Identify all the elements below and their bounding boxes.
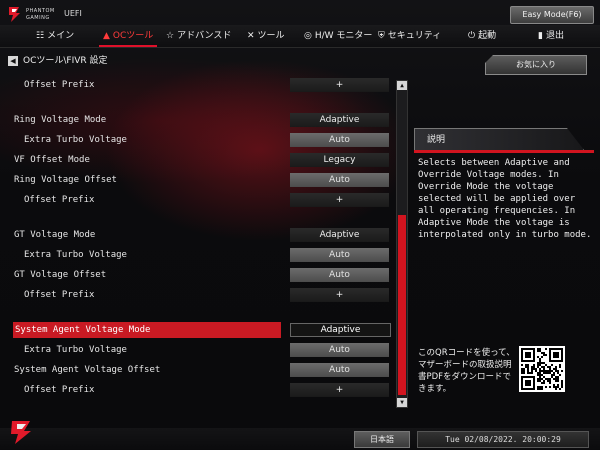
- setting-value[interactable]: +: [290, 193, 389, 207]
- easy-mode-button[interactable]: Easy Mode(F6): [510, 6, 594, 24]
- setting-row[interactable]: Extra Turbo Voltage Auto: [0, 247, 390, 263]
- tab-exit[interactable]: ▮ 退出: [538, 25, 564, 47]
- tab-tools[interactable]: ✕ ツール: [247, 25, 285, 47]
- setting-value[interactable]: Auto: [290, 173, 389, 187]
- setting-value[interactable]: Auto: [290, 268, 389, 282]
- setting-value[interactable]: +: [290, 78, 389, 92]
- setting-value[interactable]: Auto: [290, 343, 389, 357]
- tab-label: 起動: [478, 31, 497, 41]
- phantom-gaming-emblem-icon: [9, 7, 20, 22]
- setting-row[interactable]: GT Voltage Mode Adaptive: [0, 227, 390, 243]
- setting-label: Extra Turbo Voltage: [24, 135, 127, 145]
- back-arrow-icon[interactable]: ◀: [8, 55, 18, 66]
- setting-label: VF Offset Mode: [14, 155, 90, 165]
- setting-row[interactable]: Extra Turbo Voltage Auto: [0, 132, 390, 148]
- setting-value[interactable]: +: [290, 383, 389, 397]
- tab-advanced[interactable]: ☆ アドバンスド: [166, 25, 231, 47]
- tab-security[interactable]: ⛨ セキュリティ: [378, 25, 441, 47]
- main-nav: ☷ メイン ▲ OCツール ☆ アドバンスド ✕ ツール ◎ H/W モニター ⛨ セキュリ…: [0, 25, 600, 48]
- setting-row[interactable]: Offset Prefix +: [0, 77, 390, 93]
- phantom-gaming-corner-logo-icon: [11, 421, 31, 444]
- brand-line1: PHANTOM: [26, 8, 55, 14]
- tab-hw-monitor[interactable]: ◎ H/W モニター: [304, 25, 372, 47]
- setting-label: GT Voltage Mode: [14, 230, 96, 240]
- setting-row[interactable]: Ring Voltage Mode Adaptive: [0, 112, 390, 128]
- description-title: 説明: [414, 128, 584, 150]
- brand-line2: GAMING: [26, 15, 50, 21]
- shield-icon: ⛨: [378, 31, 385, 41]
- setting-label: Ring Voltage Mode: [14, 115, 107, 125]
- tab-label: メイン: [47, 31, 75, 41]
- setting-row[interactable]: GT Voltage Offset Auto: [0, 267, 390, 283]
- setting-value[interactable]: Auto: [290, 133, 389, 147]
- tab-label: H/W モニター: [314, 31, 373, 41]
- language-button[interactable]: 日本語: [354, 431, 410, 448]
- breadcrumb-text: OCツール\FIVR 設定: [23, 56, 108, 66]
- setting-row[interactable]: Offset Prefix +: [0, 382, 390, 398]
- setting-label: Ring Voltage Offset: [14, 175, 117, 185]
- setting-value[interactable]: Adaptive: [290, 113, 389, 127]
- tab-label: アドバンスド: [177, 31, 232, 41]
- qr-description: このQRコードを使って、マザーボードの取扱説明書PDFをダウンロードできます。: [418, 348, 515, 394]
- setting-row[interactable]: System Agent Voltage Offset Auto: [0, 362, 390, 378]
- setting-label: GT Voltage Offset: [14, 270, 107, 280]
- setting-row[interactable]: System Agent Voltage Mode Adaptive: [0, 322, 391, 338]
- tab-label: セキュリティ: [387, 31, 442, 41]
- datetime-display: Tue 02/08/2022. 20:00:29: [417, 431, 589, 448]
- setting-value[interactable]: Auto: [290, 248, 389, 262]
- setting-row[interactable]: Offset Prefix +: [0, 287, 390, 303]
- breadcrumb: ◀ OCツール\FIVR 設定: [8, 54, 108, 68]
- scroll-down-arrow-icon[interactable]: ▼: [397, 398, 407, 407]
- tools-icon: ✕: [247, 31, 255, 41]
- favorites-button[interactable]: お気に入り: [485, 55, 587, 75]
- setting-value[interactable]: Adaptive: [290, 228, 389, 242]
- setting-row[interactable]: Ring Voltage Offset Auto: [0, 172, 390, 188]
- setting-value[interactable]: Auto: [290, 363, 389, 377]
- setting-label: Offset Prefix: [24, 385, 95, 395]
- scrollbar-thumb[interactable]: [398, 215, 406, 395]
- setting-row[interactable]: VF Offset Mode Legacy: [0, 152, 390, 168]
- setting-label: System Agent Voltage Offset: [14, 365, 161, 375]
- setting-value[interactable]: +: [290, 288, 389, 302]
- star-icon: ☆: [166, 31, 175, 41]
- monitor-icon: ◎: [304, 31, 312, 41]
- setting-label: System Agent Voltage Mode: [13, 322, 281, 338]
- scroll-up-arrow-icon[interactable]: ▲: [397, 81, 407, 90]
- rocket-icon: ▲: [103, 31, 110, 41]
- setting-label: Offset Prefix: [24, 80, 95, 90]
- power-icon: ⏻: [468, 31, 476, 41]
- setting-row[interactable]: Offset Prefix +: [0, 192, 390, 208]
- tab-oc-tools[interactable]: ▲ OCツール: [98, 25, 158, 47]
- setting-value[interactable]: Adaptive: [290, 323, 391, 337]
- setting-value[interactable]: Legacy: [290, 153, 389, 167]
- tab-main[interactable]: ☷ メイン: [36, 25, 74, 47]
- setting-row[interactable]: Extra Turbo Voltage Auto: [0, 342, 390, 358]
- qr-code: [519, 346, 565, 392]
- description-text: Selects between Adaptive and Override Vo…: [418, 158, 592, 240]
- uefi-label: UEFI: [64, 9, 82, 18]
- tab-label: OCツール: [112, 31, 154, 41]
- qr-code-icon: [521, 348, 563, 390]
- setting-label: Offset Prefix: [24, 290, 95, 300]
- description-divider: [414, 150, 594, 153]
- setting-label: Extra Turbo Voltage: [24, 345, 127, 355]
- setting-label: Offset Prefix: [24, 195, 95, 205]
- exit-icon: ▮: [538, 31, 543, 41]
- grid-icon: ☷: [36, 31, 45, 41]
- tab-boot[interactable]: ⏻ 起動: [468, 25, 496, 47]
- scrollbar[interactable]: ▲ ▼: [396, 80, 408, 408]
- phantom-gaming-logo: PHANTOM GAMING UEFI: [6, 5, 86, 25]
- setting-label: Extra Turbo Voltage: [24, 250, 127, 260]
- tab-label: ツール: [257, 31, 285, 41]
- tab-label: 退出: [545, 31, 564, 41]
